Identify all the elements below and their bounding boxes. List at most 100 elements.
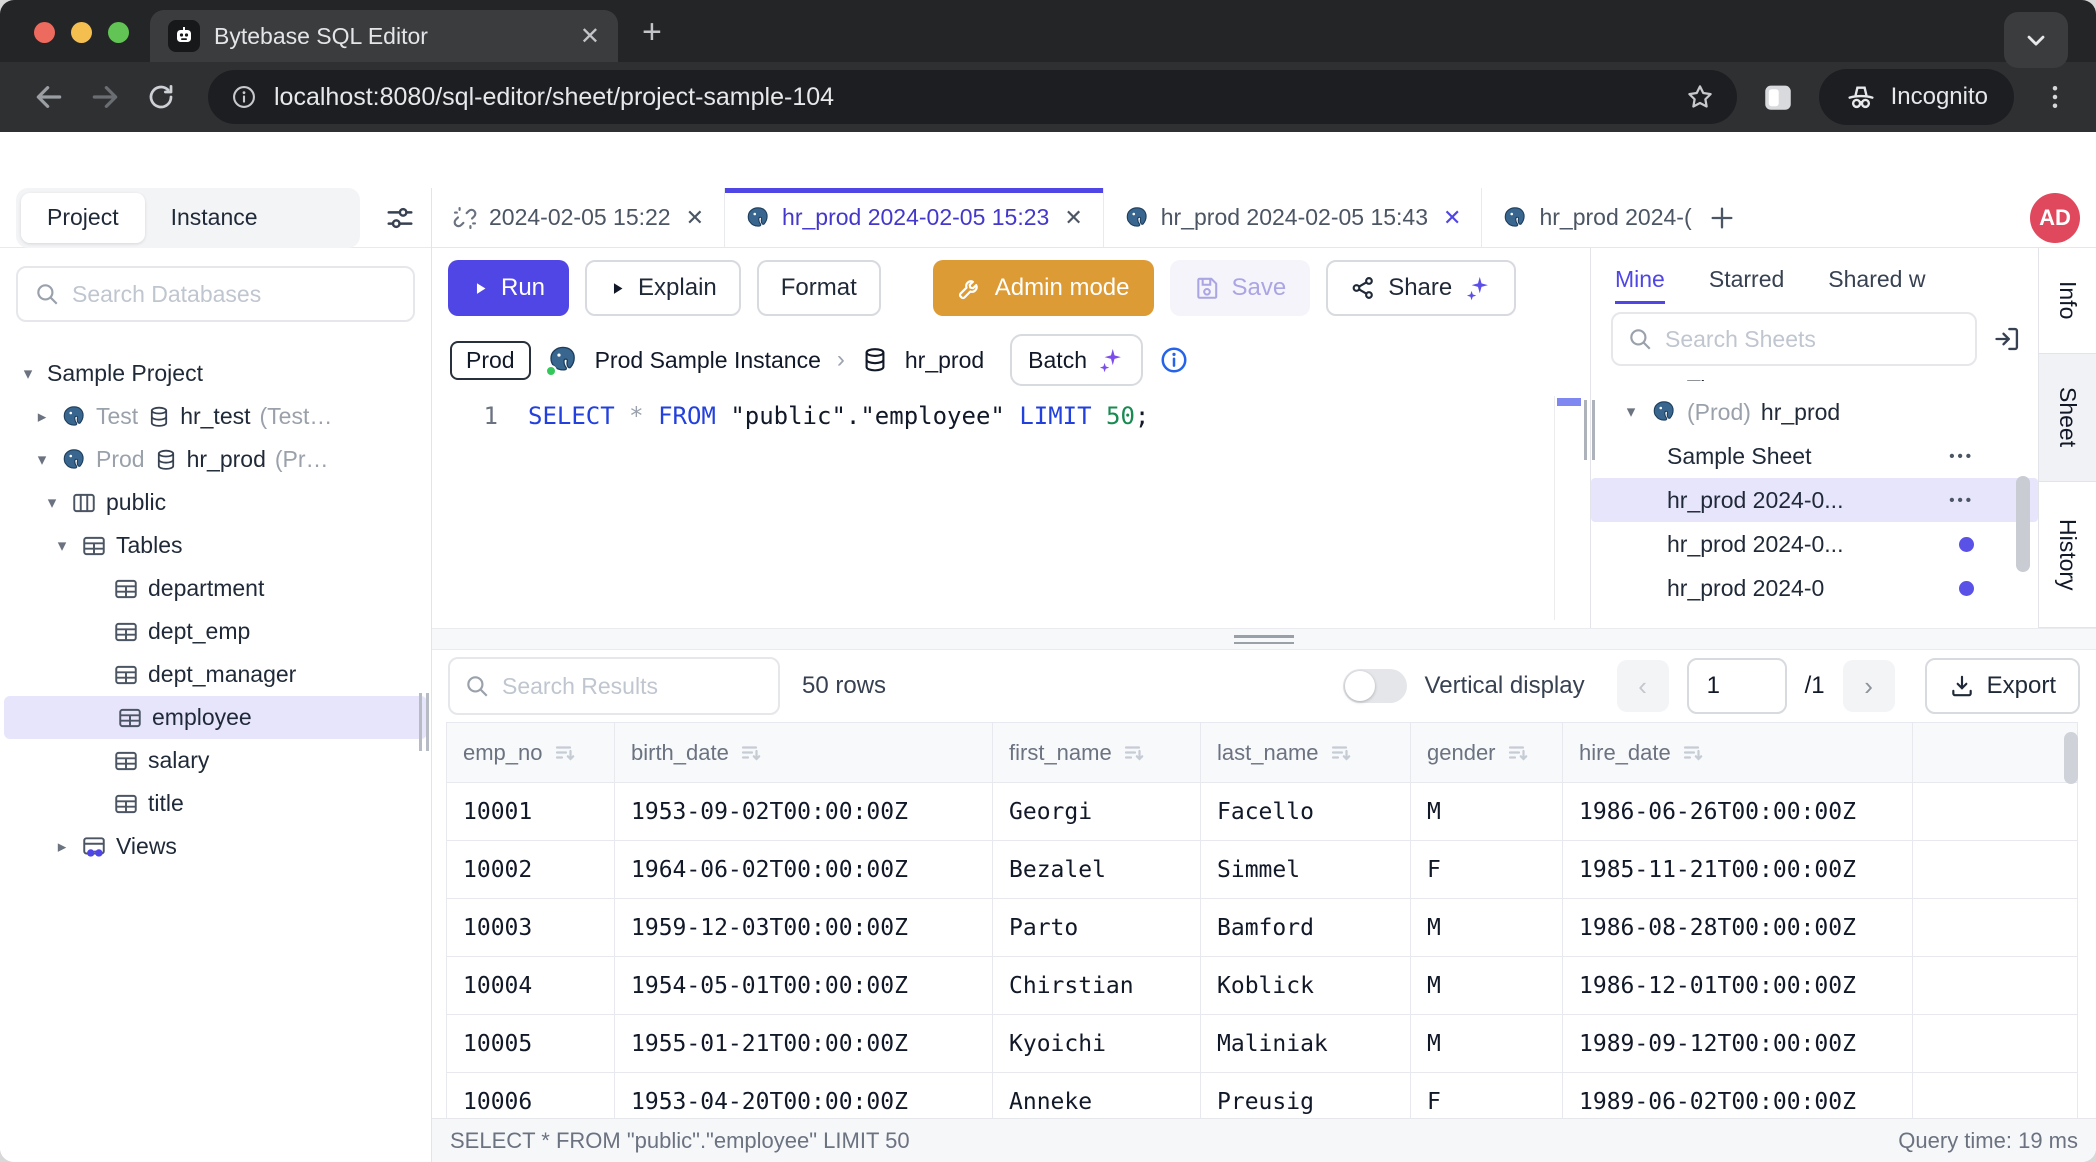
sheet-panel-tab-starred[interactable]: Starred: [1709, 248, 1784, 310]
save-button[interactable]: Save: [1170, 260, 1311, 316]
tree-item-department[interactable]: department: [0, 567, 431, 610]
tree-item-tables[interactable]: ▾Tables: [0, 524, 431, 567]
run-button[interactable]: Run: [448, 260, 569, 316]
column-header-last_name[interactable]: last_name: [1201, 723, 1411, 783]
tab-project[interactable]: Project: [21, 193, 145, 243]
tree-item-sample-project[interactable]: ▾Sample Project: [0, 352, 431, 395]
sort-icon[interactable]: [1329, 741, 1353, 765]
table-cell[interactable]: M: [1411, 957, 1563, 1015]
table-row[interactable]: 100021964-06-02T00:00:00ZBezalelSimmelF1…: [447, 841, 2078, 899]
sheet-tab-3[interactable]: hr_prod 2024-02-05 15:43✕: [1104, 188, 1483, 247]
chevron-down-icon[interactable]: ▾: [1621, 402, 1641, 422]
close-sheet-icon[interactable]: ✕: [1064, 205, 1082, 231]
instance-name[interactable]: Prod Sample Instance: [595, 347, 821, 374]
back-button[interactable]: [26, 81, 72, 113]
table-row[interactable]: 100051955-01-21T00:00:00ZKyoichiMaliniak…: [447, 1015, 2078, 1073]
sheet-tab-4[interactable]: hr_prod 2024-(: [1482, 188, 1691, 247]
side-tab-info[interactable]: Info: [2039, 248, 2096, 354]
tree-item-public[interactable]: ▾public: [0, 481, 431, 524]
sheet-tab-2[interactable]: hr_prod 2024-02-05 15:23✕: [725, 188, 1104, 247]
table-cell[interactable]: 1953-09-02T00:00:00Z: [615, 783, 993, 841]
table-cell[interactable]: F: [1411, 1073, 1563, 1119]
more-actions-icon[interactable]: •••: [1949, 492, 1974, 509]
chevron-down-icon[interactable]: ▾: [32, 450, 52, 470]
table-cell[interactable]: 1986-08-28T00:00:00Z: [1563, 899, 1913, 957]
tab-overflow-button[interactable]: [2004, 12, 2068, 68]
close-sheet-icon[interactable]: ✕: [1443, 205, 1461, 231]
sheet-group-hr_prod[interactable]: ▾(Prod)hr_prod: [1591, 390, 2038, 434]
table-cell[interactable]: M: [1411, 783, 1563, 841]
new-sheet-button[interactable]: [1692, 188, 1752, 247]
info-icon[interactable]: [1159, 345, 1189, 375]
batch-button[interactable]: Batch: [1010, 334, 1143, 386]
table-cell[interactable]: 10002: [447, 841, 615, 899]
table-cell[interactable]: Preusig: [1201, 1073, 1411, 1119]
table-cell[interactable]: 1964-06-02T00:00:00Z: [615, 841, 993, 899]
import-sheet-icon[interactable]: [1993, 325, 2021, 353]
chevron-down-icon[interactable]: ▾: [18, 364, 38, 384]
database-search[interactable]: [16, 266, 415, 322]
sheet-list-scrollbar[interactable]: [2016, 476, 2030, 572]
table-cell[interactable]: Facello: [1201, 783, 1411, 841]
table-cell[interactable]: 1989-06-02T00:00:00Z: [1563, 1073, 1913, 1119]
table-cell[interactable]: 1953-04-20T00:00:00Z: [615, 1073, 993, 1119]
table-cell[interactable]: Chirstian: [993, 957, 1201, 1015]
table-cell[interactable]: 10003: [447, 899, 615, 957]
sheet-panel-tab-shared-w[interactable]: Shared w: [1828, 248, 1925, 310]
table-cell[interactable]: 1986-06-26T00:00:00Z: [1563, 783, 1913, 841]
site-info-icon[interactable]: [230, 83, 258, 111]
export-button[interactable]: Export: [1925, 658, 2080, 714]
column-header-hire_date[interactable]: hire_date: [1563, 723, 1913, 783]
table-cell[interactable]: 1986-12-01T00:00:00Z: [1563, 957, 1913, 1015]
sort-icon[interactable]: [1122, 741, 1146, 765]
sheet-item-clipped[interactable]: hr_prod 2024-0…: [1591, 380, 2038, 390]
table-cell[interactable]: 10001: [447, 783, 615, 841]
table-cell[interactable]: Parto: [993, 899, 1201, 957]
admin-mode-button[interactable]: Admin mode: [933, 260, 1154, 316]
table-cell[interactable]: Bezalel: [993, 841, 1201, 899]
sidebar-filter-icon[interactable]: [385, 203, 415, 233]
sort-icon[interactable]: [1506, 741, 1530, 765]
new-tab-button[interactable]: +: [642, 13, 662, 52]
share-button[interactable]: Share: [1326, 260, 1516, 316]
chevron-down-icon[interactable]: ▾: [42, 493, 62, 513]
panel-resize-handle[interactable]: [1584, 400, 1595, 460]
chevron-right-icon[interactable]: ▸: [32, 407, 52, 427]
column-header-gender[interactable]: gender: [1411, 723, 1563, 783]
close-sheet-icon[interactable]: ✕: [686, 205, 704, 231]
table-cell[interactable]: Bamford: [1201, 899, 1411, 957]
results-scrollbar[interactable]: [2064, 732, 2078, 784]
side-tab-history[interactable]: History: [2039, 482, 2096, 628]
chevron-right-icon[interactable]: ▸: [52, 837, 72, 857]
table-cell[interactable]: 1959-12-03T00:00:00Z: [615, 899, 993, 957]
sheet-item[interactable]: hr_prod 2024-0: [1591, 566, 2038, 610]
more-actions-icon[interactable]: •••: [1949, 448, 1974, 465]
reload-button[interactable]: [138, 82, 184, 112]
user-avatar[interactable]: AD: [2030, 193, 2080, 243]
forward-button[interactable]: [82, 81, 128, 113]
results-search[interactable]: [448, 657, 780, 715]
table-cell[interactable]: F: [1411, 841, 1563, 899]
tree-item-views[interactable]: ▸Views: [0, 825, 431, 868]
sort-icon[interactable]: [739, 741, 763, 765]
sidebar-resize-handle[interactable]: [419, 693, 429, 751]
table-cell[interactable]: 10004: [447, 957, 615, 1015]
previous-page-button[interactable]: ‹: [1617, 660, 1669, 712]
results-search-input[interactable]: [502, 673, 798, 700]
table-cell[interactable]: Georgi: [993, 783, 1201, 841]
sort-icon[interactable]: [553, 741, 577, 765]
column-header-birth_date[interactable]: birth_date: [615, 723, 993, 783]
database-search-input[interactable]: [72, 281, 397, 308]
table-cell[interactable]: M: [1411, 899, 1563, 957]
tree-item-dept_emp[interactable]: dept_emp: [0, 610, 431, 653]
browser-tab[interactable]: Bytebase SQL Editor ✕: [150, 10, 618, 62]
table-row[interactable]: 100011953-09-02T00:00:00ZGeorgiFacelloM1…: [447, 783, 2078, 841]
column-header-first_name[interactable]: first_name: [993, 723, 1201, 783]
side-panel-button[interactable]: [1761, 80, 1795, 114]
close-window-button[interactable]: [34, 22, 55, 43]
bookmark-star-icon[interactable]: [1685, 82, 1715, 112]
sheet-panel-tab-mine[interactable]: Mine: [1615, 248, 1665, 310]
explain-button[interactable]: Explain: [585, 260, 741, 316]
next-page-button[interactable]: ›: [1843, 660, 1895, 712]
tree-item-hr_prod[interactable]: ▾Prodhr_prod(Pr…: [0, 438, 431, 481]
